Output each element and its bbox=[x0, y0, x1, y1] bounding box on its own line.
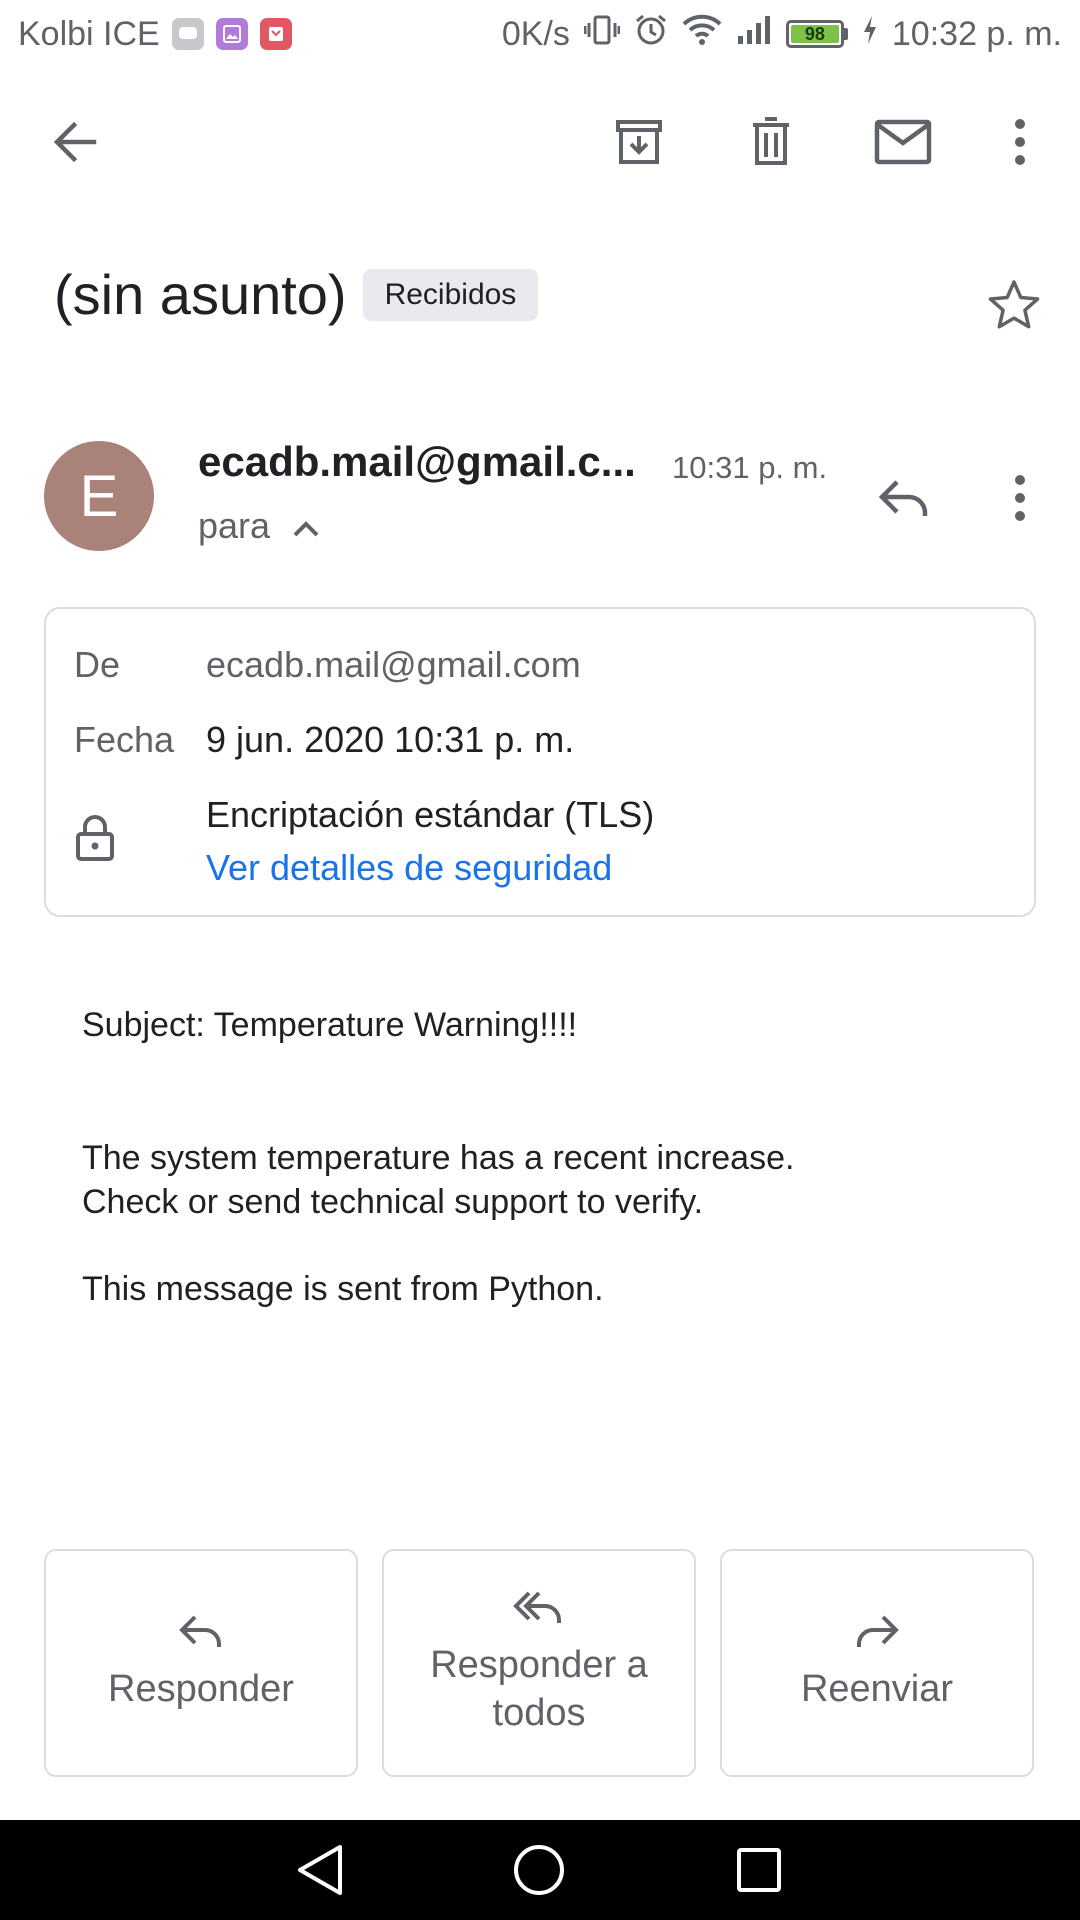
nav-recents-icon[interactable] bbox=[729, 1840, 789, 1900]
carrier-name: Kolbi ICE bbox=[18, 14, 160, 53]
avatar[interactable]: E bbox=[44, 441, 154, 551]
forward-button[interactable]: Reenviar bbox=[720, 1549, 1034, 1777]
wifi-icon bbox=[682, 14, 722, 55]
status-bar: Kolbi ICE 0K/s 98 10:32 p. m. bbox=[0, 0, 1080, 68]
app-notification-icon bbox=[259, 18, 292, 50]
lock-icon bbox=[74, 814, 116, 862]
gallery-notification-icon bbox=[215, 18, 248, 50]
top-toolbar bbox=[0, 90, 1080, 194]
signal-icon bbox=[736, 14, 772, 55]
charging-icon bbox=[862, 15, 878, 54]
battery-icon: 98 bbox=[785, 20, 848, 48]
nav-back-icon[interactable] bbox=[290, 1840, 350, 1900]
from-value: ecadb.mail@gmail.com bbox=[206, 644, 581, 685]
reply-all-label: Responder a todos bbox=[430, 1643, 648, 1734]
system-navigation-bar bbox=[0, 1820, 1080, 1920]
body-paragraph: This message is sent from Python. bbox=[82, 1270, 604, 1308]
reply-label: Responder bbox=[108, 1667, 294, 1710]
mail-icon[interactable] bbox=[873, 112, 933, 172]
status-left: Kolbi ICE bbox=[18, 15, 292, 54]
to-label: para bbox=[198, 505, 271, 546]
forward-label: Reenviar bbox=[800, 1667, 954, 1710]
encryption-text: Encriptación estándar (TLS) bbox=[206, 794, 655, 835]
vibrate-icon bbox=[583, 12, 621, 57]
body-paragraph: The system temperature has a recent incr… bbox=[82, 1139, 795, 1221]
alarm-icon bbox=[634, 13, 668, 56]
chevron-up-icon bbox=[292, 505, 320, 547]
email-subject: (sin asunto) bbox=[54, 263, 347, 326]
message-more-icon[interactable] bbox=[1004, 468, 1036, 528]
reply-all-icon bbox=[513, 1590, 565, 1631]
archive-icon[interactable] bbox=[609, 112, 669, 172]
subject-row: (sin asunto) Recibidos bbox=[54, 262, 539, 327]
date-value: 9 jun. 2020 10:31 p. m. bbox=[206, 719, 575, 760]
from-label: De bbox=[74, 644, 121, 685]
back-arrow-icon[interactable] bbox=[45, 112, 105, 172]
label-chip[interactable]: Recibidos bbox=[362, 268, 539, 321]
star-icon[interactable] bbox=[986, 276, 1042, 332]
message-notification-icon bbox=[171, 18, 204, 50]
sent-time: 10:31 p. m. bbox=[672, 450, 828, 485]
date-label: Fecha bbox=[74, 719, 175, 760]
network-speed: 0K/s bbox=[501, 14, 570, 53]
sender-name[interactable]: ecadb.mail@gmail.c... bbox=[198, 438, 636, 486]
battery-level: 98 bbox=[790, 24, 839, 44]
reply-icon[interactable] bbox=[874, 468, 934, 528]
security-details-link[interactable]: Ver detalles de seguridad bbox=[206, 847, 612, 889]
reply-button[interactable]: Responder bbox=[44, 1549, 358, 1777]
status-right: 0K/s 98 10:32 p. m. bbox=[502, 12, 1062, 57]
more-vert-icon[interactable] bbox=[990, 112, 1050, 172]
message-details-card: De ecadb.mail@gmail.com Fecha 9 jun. 202… bbox=[44, 607, 1036, 917]
clock: 10:32 p. m. bbox=[891, 14, 1062, 53]
nav-home-icon[interactable] bbox=[509, 1840, 569, 1900]
reply-icon bbox=[178, 1614, 224, 1655]
forward-icon bbox=[854, 1614, 900, 1655]
body-subject-line: Subject: Temperature Warning!!!! bbox=[82, 1006, 578, 1044]
trash-icon[interactable] bbox=[741, 112, 801, 172]
recipients-toggle[interactable]: para bbox=[198, 505, 320, 547]
reply-all-button[interactable]: Responder a todos bbox=[382, 1549, 696, 1777]
